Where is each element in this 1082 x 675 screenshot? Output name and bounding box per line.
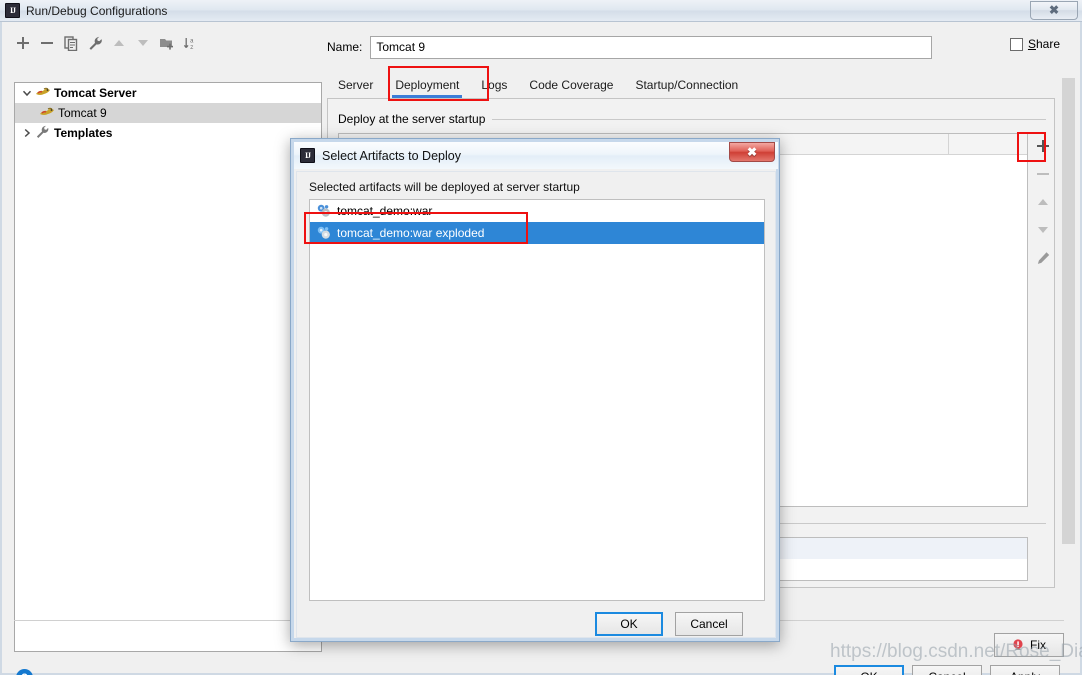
dialog-buttons: OK Cancel — [595, 612, 743, 636]
dialog-hint-label: Selected artifacts will be deployed at s… — [309, 180, 580, 194]
share-label: Share — [1027, 37, 1060, 51]
name-row: Name: — [327, 34, 1072, 60]
separator-line — [492, 118, 1046, 120]
list-item-label: tomcat_demo:war — [337, 204, 433, 218]
configurations-toolbar: a z — [12, 30, 317, 56]
artifacts-side-toolbar — [1030, 133, 1056, 507]
copy-configuration-button[interactable] — [60, 32, 82, 54]
window-title: Run/Debug Configurations — [26, 3, 168, 18]
arrow-down-icon — [1038, 227, 1048, 233]
svg-text:z: z — [190, 44, 194, 51]
new-folder-button[interactable] — [156, 32, 178, 54]
wrench-icon — [89, 36, 102, 50]
tree-item-label: Tomcat 9 — [58, 106, 107, 120]
run-debug-configurations-window: IJ Run/Debug Configurations ✖ a z Tomcat… — [0, 0, 1082, 675]
add-configuration-button[interactable] — [12, 32, 34, 54]
intellij-idea-icon: IJ — [5, 3, 20, 18]
sort-az-icon: a z — [183, 37, 194, 51]
wrench-icon — [35, 125, 52, 141]
window-titlebar: IJ Run/Debug Configurations ✖ — [0, 0, 1082, 22]
dialog-close-button[interactable]: ✖ — [729, 142, 775, 162]
copy-icon — [63, 35, 77, 51]
arrow-up-icon — [1038, 199, 1048, 205]
share-checkbox[interactable]: Share — [1009, 37, 1060, 51]
artifacts-list[interactable]: tomcat_demo:war tomcat_demo:war exploded — [309, 199, 765, 601]
list-item[interactable]: tomcat_demo:war — [310, 200, 764, 222]
apply-button[interactable]: Apply — [990, 665, 1060, 675]
configurations-tree[interactable]: Tomcat Server Tomcat 9 Templates — [14, 82, 322, 652]
close-icon: ✖ — [1048, 3, 1060, 17]
sort-alphabetically-button[interactable]: a z — [180, 32, 202, 54]
dialog-titlebar: IJ Select Artifacts to Deploy ✖ — [294, 142, 778, 169]
vertical-scrollbar[interactable] — [1061, 72, 1076, 612]
tree-item-tomcat-server[interactable]: Tomcat Server — [15, 83, 321, 103]
arrow-down-icon — [138, 40, 148, 46]
table-header-cell — [949, 134, 1027, 154]
name-label: Name: — [327, 40, 363, 54]
name-input[interactable] — [370, 35, 933, 59]
remove-configuration-button[interactable] — [36, 32, 58, 54]
plus-icon — [17, 37, 29, 49]
ok-button[interactable]: OK — [834, 665, 904, 675]
intellij-idea-icon: IJ — [300, 148, 315, 163]
move-down-button[interactable] — [1032, 219, 1054, 241]
close-icon: ✖ — [746, 144, 758, 159]
tab-server[interactable]: Server — [327, 74, 384, 98]
watermark-text: https://blog.csdn.net/Rose_DianM — [830, 641, 1082, 662]
move-up-button[interactable] — [1032, 191, 1054, 213]
deploy-group-header: Deploy at the server startup — [338, 111, 1046, 127]
dialog-action-buttons: OK Cancel Apply — [834, 665, 1060, 675]
artifact-icon — [316, 225, 332, 241]
scrollbar-thumb[interactable] — [1062, 78, 1075, 544]
folder-add-icon — [160, 38, 173, 50]
tomcat-icon — [39, 105, 56, 121]
pencil-icon — [1037, 251, 1049, 264]
checkbox-box[interactable] — [1009, 37, 1023, 51]
chevron-down-icon[interactable] — [19, 85, 35, 101]
list-item[interactable]: tomcat_demo:war exploded — [310, 222, 764, 244]
help-icon: ? — [21, 672, 28, 675]
dialog-ok-button[interactable]: OK — [595, 612, 663, 636]
tab-code-coverage[interactable]: Code Coverage — [518, 74, 624, 98]
tab-startup-connection[interactable]: Startup/Connection — [624, 74, 749, 98]
plus-icon — [1037, 140, 1049, 152]
minus-icon — [41, 42, 53, 44]
list-item-label: tomcat_demo:war exploded — [337, 226, 485, 240]
arrow-up-icon — [114, 40, 124, 46]
dialog-body: Selected artifacts will be deployed at s… — [296, 171, 776, 638]
tree-item-label: Tomcat Server — [54, 86, 137, 100]
dialog-title: Select Artifacts to Deploy — [322, 148, 461, 163]
move-down-button[interactable] — [132, 32, 154, 54]
tomcat-icon — [35, 85, 52, 101]
cancel-button[interactable]: Cancel — [912, 665, 982, 675]
tree-item-tomcat-9[interactable]: Tomcat 9 — [15, 103, 321, 123]
dialog-cancel-button[interactable]: Cancel — [675, 612, 743, 636]
tab-deployment[interactable]: Deployment — [384, 74, 470, 98]
add-artifact-button[interactable] — [1032, 135, 1054, 157]
tab-logs[interactable]: Logs — [470, 74, 518, 98]
deploy-group-label: Deploy at the server startup — [338, 112, 486, 126]
minus-icon — [1037, 173, 1049, 175]
window-close-button[interactable]: ✖ — [1030, 1, 1078, 20]
move-up-button[interactable] — [108, 32, 130, 54]
remove-artifact-button[interactable] — [1032, 163, 1054, 185]
artifact-icon — [316, 203, 332, 219]
chevron-right-icon[interactable] — [19, 125, 35, 141]
edit-templates-button[interactable] — [84, 32, 106, 54]
edit-artifact-button[interactable] — [1032, 247, 1054, 269]
select-artifacts-dialog: IJ Select Artifacts to Deploy ✖ Selected… — [290, 138, 780, 642]
configuration-tabs: Server Deployment Logs Code Coverage Sta… — [327, 70, 1057, 98]
help-button[interactable]: ? — [16, 669, 33, 675]
tree-item-label: Templates — [54, 126, 113, 140]
tree-item-templates[interactable]: Templates — [15, 123, 321, 143]
